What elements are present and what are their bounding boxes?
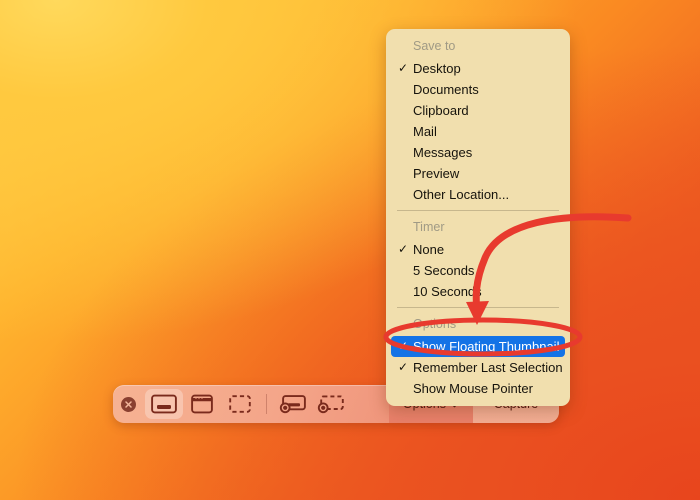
selected-window-icon — [191, 394, 213, 414]
menu-item-label: Desktop — [413, 61, 461, 76]
record-entire-screen-icon — [279, 395, 306, 414]
menu-item-other-location[interactable]: Other Location... — [386, 184, 570, 205]
menu-section-header-save-to: Save to — [413, 39, 456, 53]
options-dropdown-menu: Save to ✓ Desktop Documents Clipboard Ma… — [386, 29, 570, 406]
menu-item-label: Messages — [413, 145, 473, 160]
menu-item-label: None — [413, 242, 445, 257]
capture-selected-window-button[interactable] — [183, 389, 221, 419]
checkmark-icon: ✓ — [398, 360, 409, 374]
menu-separator — [397, 307, 559, 308]
menu-item-label: Show Floating Thumbnail — [413, 339, 560, 354]
checkmark-icon: ✓ — [398, 339, 409, 353]
menu-item-label: 10 Seconds — [413, 284, 482, 299]
annotation-overlay — [383, 213, 632, 357]
record-selected-portion-button[interactable] — [312, 389, 350, 419]
toolbar-separator — [266, 394, 267, 414]
close-icon — [125, 400, 132, 408]
selected-portion-icon — [229, 395, 251, 413]
menu-item-label: Remember Last Selection — [413, 360, 563, 375]
menu-item-label: 5 Seconds — [413, 263, 475, 278]
menu-item-clipboard[interactable]: Clipboard — [386, 100, 570, 121]
menu-section-header-options: Options — [413, 317, 457, 331]
menu-separator — [397, 210, 559, 211]
menu-item-mail[interactable]: Mail — [386, 121, 570, 142]
menu-item-preview[interactable]: Preview — [386, 163, 570, 184]
menu-item-10-seconds[interactable]: 10 Seconds — [386, 281, 570, 302]
capture-selected-portion-button[interactable] — [221, 389, 259, 419]
menu-item-messages[interactable]: Messages — [386, 142, 570, 163]
record-selected-portion-icon — [317, 395, 344, 414]
menu-item-label: Mail — [413, 124, 437, 139]
checkmark-icon: ✓ — [398, 242, 409, 256]
menu-item-none[interactable]: ✓ None — [386, 239, 570, 260]
menu-section-header-timer: Timer — [413, 220, 445, 234]
desktop-background: Options Capture Save to ✓ Desktop Docume… — [0, 0, 700, 500]
menu-item-desktop[interactable]: ✓ Desktop — [386, 58, 570, 79]
menu-item-5-seconds[interactable]: 5 Seconds — [386, 260, 570, 281]
menu-item-label: Preview — [413, 166, 460, 181]
menu-item-label: Documents — [413, 82, 479, 97]
menu-item-label: Other Location... — [413, 187, 510, 202]
checkmark-icon: ✓ — [398, 61, 409, 75]
menu-item-label: Clipboard — [413, 103, 469, 118]
menu-item-label: Show Mouse Pointer — [413, 381, 533, 396]
capture-entire-screen-button[interactable] — [145, 389, 183, 419]
menu-item-remember-last-selection[interactable]: ✓ Remember Last Selection — [386, 357, 570, 378]
menu-item-show-mouse-pointer[interactable]: Show Mouse Pointer — [386, 378, 570, 399]
menu-item-documents[interactable]: Documents — [386, 79, 570, 100]
menu-item-show-floating-thumbnail[interactable]: ✓ Show Floating Thumbnail — [391, 336, 565, 357]
close-button[interactable] — [121, 396, 136, 412]
toolbar-tools-group — [113, 385, 350, 423]
entire-screen-icon — [151, 394, 177, 414]
record-entire-screen-button[interactable] — [274, 389, 312, 419]
